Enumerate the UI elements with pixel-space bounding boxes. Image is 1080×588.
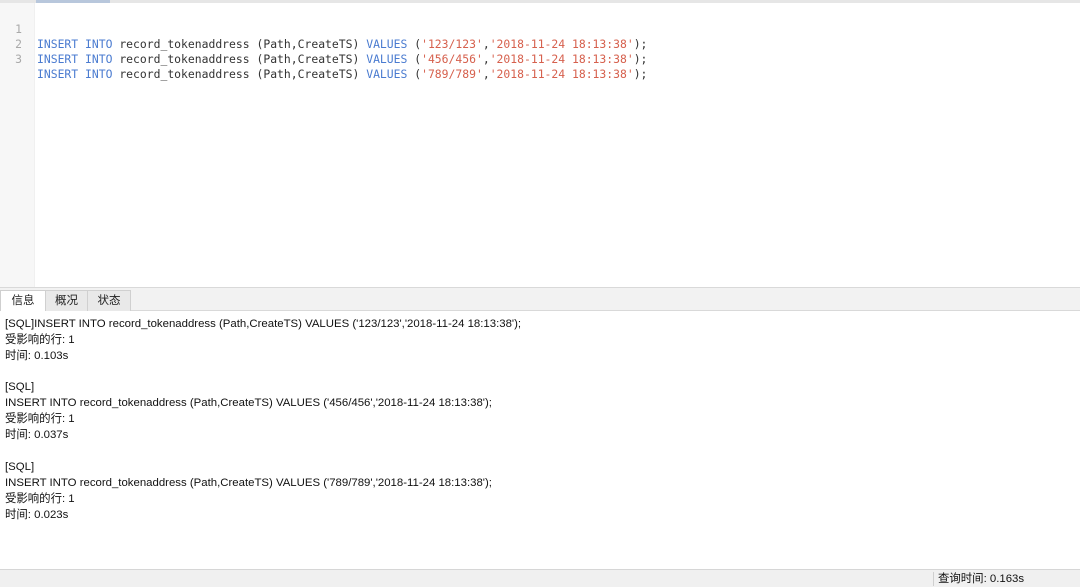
message-line: 时间: 0.037s	[5, 429, 69, 441]
message-line: 受影响的行: 1	[5, 493, 75, 505]
string-literal: '456/456'	[421, 52, 483, 66]
column-list: (Path,CreateTS)	[256, 52, 360, 66]
editor-tab-indicator	[36, 0, 110, 3]
comma: ,	[482, 67, 490, 81]
code-line[interactable]: 1 INSERT INTO record_tokenaddress (Path,…	[0, 7, 1080, 51]
message-line: INSERT INTO record_tokenaddress (Path,Cr…	[5, 397, 492, 409]
line-number: 3	[15, 52, 22, 66]
keyword: INSERT	[37, 67, 79, 81]
editor-top-border	[0, 0, 1080, 3]
paren-close: );	[633, 52, 648, 66]
code-area[interactable]: 1 INSERT INTO record_tokenaddress (Path,…	[0, 7, 1080, 81]
string-literal: '2018-11-24 18:13:38'	[489, 52, 634, 66]
tab-status[interactable]: 状态	[87, 290, 131, 312]
code-text[interactable]: INSERT INTO record_tokenaddress (Path,Cr…	[37, 52, 647, 67]
tab-overview[interactable]: 概况	[45, 290, 88, 312]
table-name: record_tokenaddress	[119, 67, 250, 81]
tab-info[interactable]: 信息	[0, 290, 46, 313]
column-list: (Path,CreateTS)	[256, 67, 360, 81]
sql-editor[interactable]: 1 INSERT INTO record_tokenaddress (Path,…	[0, 0, 1080, 287]
message-panel[interactable]: [SQL] INSERT INTO record_tokenaddress (Pa…	[0, 311, 1080, 569]
keyword: INTO	[85, 67, 113, 81]
string-literal: '2018-11-24 18:13:38'	[489, 67, 634, 81]
code-text[interactable]: INSERT INTO record_tokenaddress (Path,Cr…	[37, 67, 647, 82]
code-line[interactable]: 3 INSERT INTO record_tokenaddress (Path,…	[0, 37, 1080, 81]
table-name: record_tokenaddress	[119, 52, 250, 66]
message-line: [SQL]	[5, 381, 35, 393]
message-line: [SQL]	[5, 461, 35, 473]
string-literal: '789/789'	[421, 67, 483, 81]
paren-close: );	[633, 67, 648, 81]
keyword: INTO	[85, 52, 113, 66]
keyword: VALUES	[366, 52, 408, 66]
result-tab-bar: 信息 概况 状态	[0, 287, 1080, 313]
message-line: 时间: 0.103s	[5, 350, 69, 362]
message-line: 受影响的行: 1	[5, 334, 75, 346]
query-time-label: 查询时间: 0.163s	[938, 573, 1025, 585]
message-line: 受影响的行: 1	[5, 413, 75, 425]
code-line[interactable]: 2 INSERT INTO record_tokenaddress (Path,…	[0, 22, 1080, 66]
message-line: INSERT INTO record_tokenaddress (Path,Cr…	[5, 477, 492, 489]
keyword: INSERT	[37, 52, 79, 66]
message-line: 时间: 0.023s	[5, 509, 69, 521]
status-bar: 查询时间: 0.163s	[0, 569, 1080, 587]
keyword: VALUES	[366, 67, 408, 81]
status-separator	[933, 572, 934, 586]
comma: ,	[482, 52, 490, 66]
message-line: [SQL]INSERT INTO record_tokenaddress (Pa…	[5, 318, 522, 330]
